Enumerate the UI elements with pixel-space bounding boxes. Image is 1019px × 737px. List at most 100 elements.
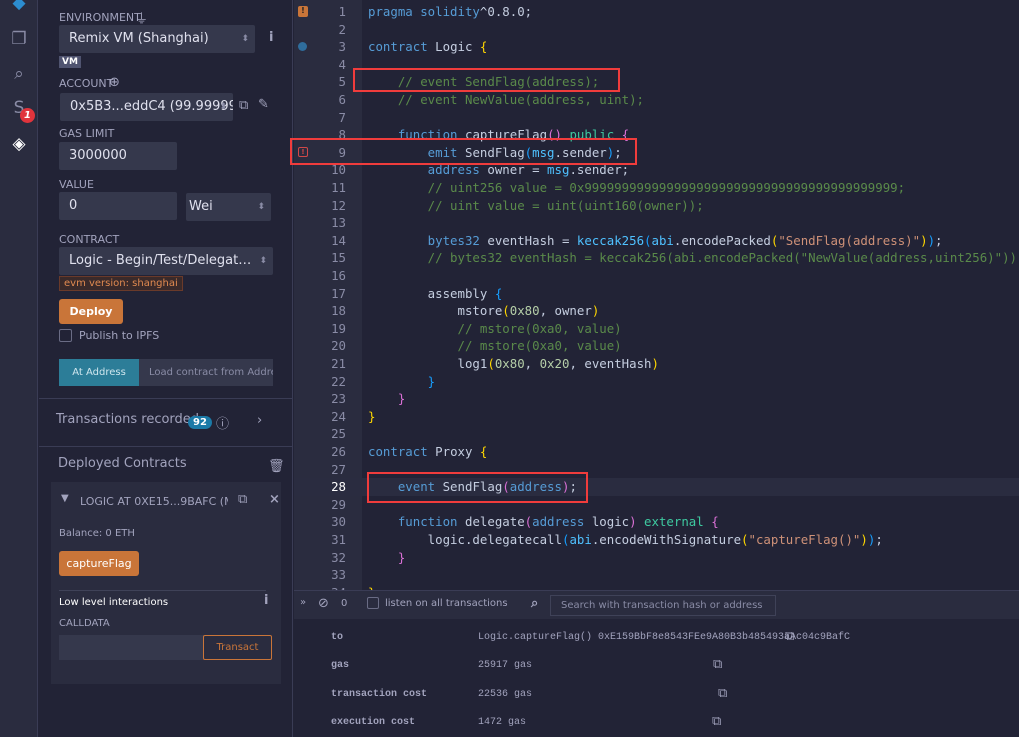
environment-select[interactable]: Remix VM (Shanghai) ⬍	[59, 25, 255, 53]
copy-icon[interactable]: ⧉	[785, 629, 794, 644]
code-line[interactable]: 26 contract Proxy {	[294, 443, 1019, 461]
deploy-run-icon[interactable]: ◈	[8, 133, 30, 155]
chevron-down-icon[interactable]: ▼	[61, 493, 69, 504]
tx-detail-value: 22536 gas	[478, 689, 533, 700]
gas-limit-input[interactable]: 3000000	[59, 142, 177, 170]
code-token: contract	[368, 39, 428, 55]
instance-title[interactable]: LOGIC AT 0XE15...9BAFC (MEMORY)	[80, 495, 228, 508]
code-token: {	[479, 444, 488, 459]
copy-icon[interactable]: ⧉	[712, 714, 721, 729]
code-line[interactable]: 19 // mstore(0xa0, value)	[294, 320, 1019, 338]
value-input[interactable]: 0	[59, 192, 177, 220]
close-icon[interactable]: ×	[269, 492, 280, 507]
account-select[interactable]: 0x5B3...eddC4 (99.99999999⬍	[60, 93, 233, 121]
clear-console-icon[interactable]: ⊘	[318, 596, 329, 611]
highlight-box-line5	[353, 68, 620, 92]
chevron-right-icon[interactable]: ›	[257, 413, 262, 428]
code-line[interactable]: 13	[294, 214, 1019, 232]
code-line[interactable]: 21 log1(0x80, 0x20, eventHash)	[294, 355, 1019, 373]
code-token: // event NewValue(address, uint);	[368, 92, 645, 107]
code-token: contract	[368, 444, 428, 459]
code-token: ,	[524, 356, 540, 371]
code-line[interactable]: 15 // bytes32 eventHash = keccak256(abi.…	[294, 249, 1019, 267]
at-address-button[interactable]: At Address	[59, 359, 139, 386]
code-line[interactable]: 24}	[294, 408, 1019, 426]
line-number: 33	[331, 567, 346, 583]
copy-icon[interactable]: ⧉	[713, 657, 722, 672]
load-contract-address-input[interactable]: Load contract from Address	[139, 359, 273, 386]
line-number: 15	[331, 250, 346, 266]
code-line[interactable]: 17 assembly {	[294, 285, 1019, 303]
code-token: )	[591, 303, 600, 319]
code-line[interactable]: 2	[294, 21, 1019, 39]
code-line[interactable]: 16	[294, 267, 1019, 285]
code-text: assembly {	[368, 285, 503, 303]
code-line[interactable]: 14 bytes32 eventHash = keccak256(abi.enc…	[294, 232, 1019, 250]
value-unit-select[interactable]: Wei ⬍	[186, 193, 271, 221]
transact-button[interactable]: Transact	[203, 635, 272, 660]
capture-flag-button[interactable]: captureFlag	[59, 551, 139, 576]
file-explorer-icon[interactable]: ❐	[8, 28, 30, 50]
code-line[interactable]: 7	[294, 109, 1019, 127]
code-token: address	[532, 514, 585, 530]
code-text: // uint256 value = 0x9999999999999999999…	[368, 179, 905, 197]
code-line[interactable]: 31 logic.delegatecall (abi.encodeWithSign…	[294, 531, 1019, 549]
code-token: 0x20	[539, 356, 570, 371]
copy-icon[interactable]: ⧉	[238, 492, 247, 507]
code-line[interactable]: 32 }	[294, 549, 1019, 567]
line-number: 18	[331, 303, 346, 319]
account-label: ACCOUNT	[59, 77, 114, 90]
line-number: 27	[331, 461, 346, 477]
remix-logo-icon[interactable]: ◆	[8, 0, 30, 14]
line-number: 21	[331, 356, 346, 371]
code-line[interactable]: 23 }	[294, 390, 1019, 408]
code-line[interactable]: 1 pragma solidity^0.8.0;	[294, 3, 1019, 21]
code-line[interactable]: 33	[294, 566, 1019, 584]
add-account-icon[interactable]: ⊕	[109, 75, 120, 90]
edit-icon[interactable]: ✎	[258, 97, 269, 112]
code-line[interactable]: 18 mstore(0x80, owner)	[294, 302, 1019, 320]
divider	[39, 446, 293, 447]
search-icon[interactable]: ⌕	[8, 63, 30, 85]
code-line[interactable]: 11 // uint256 value = 0x9999999999999999…	[294, 179, 1019, 197]
transactions-recorded-label[interactable]: Transactions recorded	[56, 412, 199, 427]
line-number: 3	[338, 39, 346, 55]
code-line[interactable]: 25	[294, 425, 1019, 443]
trash-icon[interactable]: 🗑	[268, 459, 285, 474]
code-editor[interactable]: ! ! 1 pragma solidity^0.8.0; 2 3 contract Lo…	[290, 0, 1019, 600]
code-token: "captureFlag()"	[748, 532, 861, 547]
code-token: mstore	[368, 303, 503, 319]
calldata-input[interactable]	[59, 635, 204, 660]
transaction-search-input[interactable]: Search with transaction hash or address	[550, 595, 776, 616]
listen-all-checkbox[interactable]	[367, 597, 379, 609]
code-line[interactable]: 3 contract Logic {	[294, 38, 1019, 56]
code-line[interactable]: 20 // mstore(0xa0, value)	[294, 337, 1019, 355]
tx-detail-key: gas	[331, 660, 350, 671]
code-token: )	[920, 232, 928, 248]
code-token: // uint256 value = 0x9999999999999999999…	[368, 180, 906, 195]
code-token: function	[368, 514, 458, 530]
highlight-box-line28	[367, 472, 588, 503]
copy-icon[interactable]: ⧉	[239, 98, 248, 113]
copy-icon[interactable]: ⧉	[718, 686, 727, 701]
code-line[interactable]: 12 // uint value = uint(uint160(owner));	[294, 197, 1019, 215]
contract-select[interactable]: Logic - Begin/Test/DelegatecallEvent.sol…	[59, 247, 273, 275]
code-line[interactable]: 30 function delegate(address logic) exte…	[294, 513, 1019, 531]
deploy-button[interactable]: Deploy	[59, 299, 123, 324]
highlight-box-line9	[290, 138, 637, 165]
line-number: 30	[331, 514, 346, 530]
select-arrows-icon: ⬍	[259, 247, 267, 275]
code-line[interactable]: 6 // event NewValue(address, uint);	[294, 91, 1019, 109]
code-token: ^0.8.0;	[479, 4, 533, 19]
tx-detail-key: transaction cost	[331, 689, 428, 700]
collapse-terminal-icon[interactable]: »	[300, 597, 306, 608]
publish-ipfs-checkbox[interactable]	[59, 329, 72, 342]
code-token: (	[487, 356, 495, 371]
info-icon[interactable]: i	[264, 593, 268, 608]
code-token: abi	[651, 232, 674, 248]
info-icon[interactable]: ⓘ	[216, 413, 229, 432]
contract-value: Logic - Begin/Test/DelegatecallEvent.sol	[69, 253, 273, 268]
code-line[interactable]: 22 }	[294, 373, 1019, 391]
info-icon[interactable]: i	[269, 30, 273, 45]
terminal-output: to Logic.captureFlag() 0xE159BbF8e8543FEe…	[294, 619, 1019, 737]
